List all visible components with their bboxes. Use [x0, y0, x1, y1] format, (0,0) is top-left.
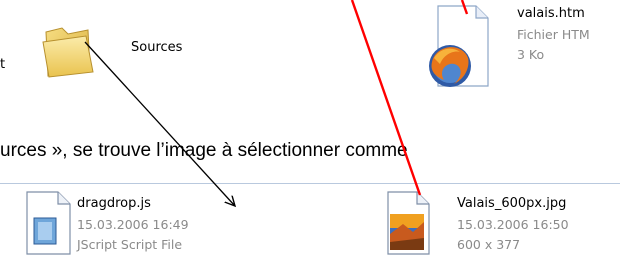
file-name: dragdrop.js: [77, 196, 151, 211]
file-date: 15.03.2006 16:50: [457, 217, 569, 232]
file-name: Valais_600px.jpg: [457, 196, 567, 211]
file-type: JScript Script File: [77, 237, 183, 252]
file-name: valais.htm: [517, 6, 585, 21]
image-dimensions: 600 x 377: [457, 237, 521, 252]
file-size: 3 Ko: [517, 47, 545, 62]
dragdrop-js-file[interactable]: dragdrop.js 15.03.2006 16:49 JScript Scr…: [24, 190, 264, 270]
script-file-icon: [26, 191, 71, 255]
sources-folder[interactable]: Sources: [40, 20, 260, 90]
valais-htm-file[interactable]: valais.htm Fichier HTM 3 Ko: [426, 4, 620, 94]
drag-line-red: [350, 0, 422, 196]
file-type: Fichier HTM: [517, 27, 590, 42]
document-caption: urces », se trouve l’image à sélectionne…: [0, 140, 408, 161]
valais-jpg-file[interactable]: Valais_600px.jpg 15.03.2006 16:50 600 x …: [385, 190, 620, 270]
folder-icon: [42, 27, 94, 78]
file-date: 15.03.2006 16:49: [77, 217, 189, 232]
image-file-icon: [387, 191, 430, 255]
bottom-folder-view: dragdrop.js 15.03.2006 16:49 JScript Scr…: [0, 183, 620, 278]
firefox-document-icon: [429, 5, 489, 87]
folder-label: Sources: [131, 40, 183, 55]
cut-off-text: t: [0, 57, 6, 72]
